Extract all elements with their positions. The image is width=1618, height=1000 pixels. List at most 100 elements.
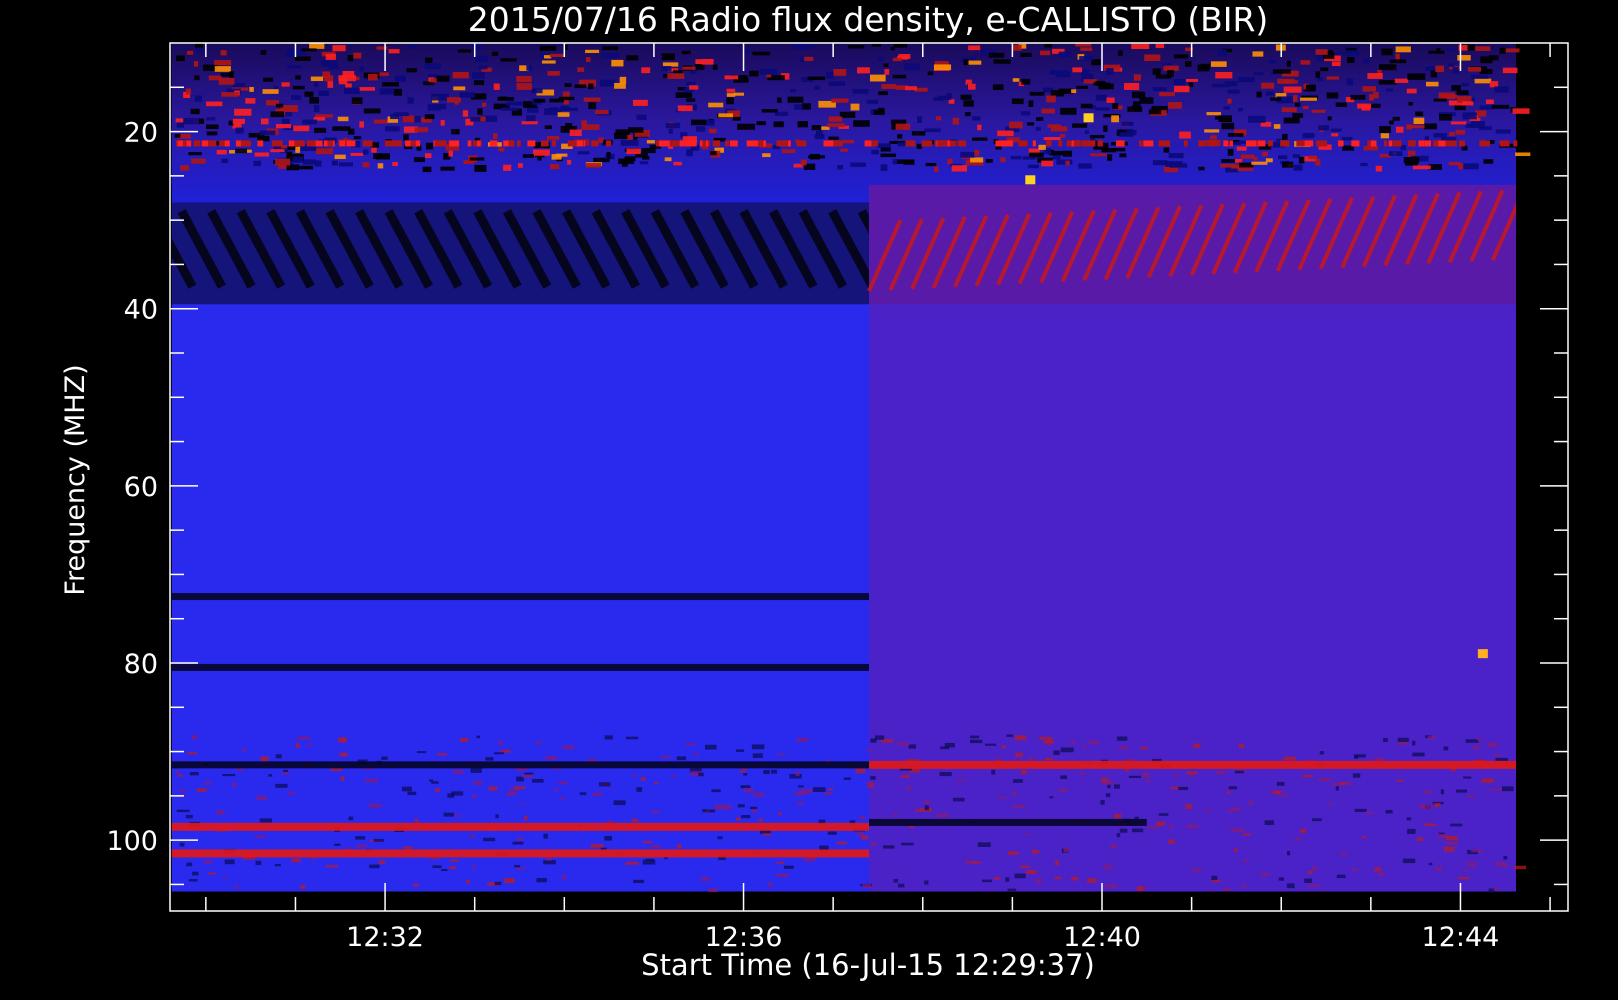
noise-cell	[351, 97, 363, 105]
noise-cell	[952, 797, 965, 802]
noise-cell	[777, 753, 785, 756]
noise-cell	[590, 843, 604, 848]
noise-cell	[1331, 133, 1339, 137]
noise-cell	[302, 159, 316, 165]
noise-cell	[1512, 108, 1530, 114]
noise-cell	[777, 140, 788, 147]
noise-cell	[1352, 773, 1361, 778]
noise-cell	[1172, 774, 1179, 778]
noise-cell	[347, 128, 355, 135]
noise-cell	[1119, 746, 1129, 750]
noise-cell	[1385, 88, 1394, 92]
noise-cell	[453, 86, 466, 91]
noise-cell	[581, 120, 587, 127]
noise-cell	[473, 80, 485, 86]
noise-cell	[541, 60, 556, 64]
noise-cell	[1018, 140, 1028, 147]
noise-cell	[332, 45, 346, 52]
noise-cell	[471, 794, 477, 799]
noise-cell	[1116, 736, 1128, 741]
noise-cell	[924, 880, 929, 885]
noise-cell	[1174, 85, 1190, 93]
noise-cell	[270, 149, 285, 153]
noise-cell	[338, 77, 348, 85]
noise-cell	[1504, 48, 1520, 53]
noise-cell	[1327, 116, 1332, 121]
noise-cell	[1292, 95, 1298, 102]
noise-cell	[271, 140, 283, 147]
noise-cell	[1346, 78, 1354, 86]
noise-cell	[977, 842, 991, 847]
noise-cell	[803, 857, 816, 862]
noise-cell	[969, 739, 983, 744]
noise-cell	[451, 128, 460, 135]
noise-cell	[998, 796, 1007, 799]
noise-cell	[866, 749, 872, 752]
noise-cell	[327, 81, 334, 88]
noise-cell	[655, 140, 660, 147]
noise-cell	[476, 735, 481, 739]
noise-cell	[1013, 779, 1023, 783]
noise-cell	[1339, 782, 1348, 785]
noise-cell	[1015, 752, 1023, 758]
noise-cell	[960, 94, 972, 100]
noise-cell	[827, 123, 846, 128]
noise-cell	[1179, 131, 1191, 139]
noise-cell	[440, 166, 455, 171]
noise-cell	[1241, 884, 1247, 888]
noise-cell	[424, 153, 432, 159]
noise-cell	[1395, 46, 1411, 53]
noise-cell	[275, 158, 291, 166]
x-tick-label: 12:32	[346, 922, 424, 953]
noise-cell	[440, 120, 445, 126]
noise-cell	[414, 127, 429, 133]
noise-cell	[901, 842, 914, 846]
noise-cell	[1189, 774, 1194, 778]
noise-cell	[1282, 161, 1294, 168]
noise-cell	[295, 743, 300, 748]
noise-cell	[585, 163, 602, 168]
noise-cell	[175, 55, 185, 62]
noise-cell	[1262, 151, 1268, 157]
noise-cell	[1299, 828, 1307, 834]
noise-cell	[797, 801, 804, 806]
noise-cell	[470, 768, 482, 773]
noise-cell	[604, 835, 613, 841]
noise-cell	[310, 857, 316, 860]
noise-cell	[1455, 129, 1466, 135]
noise-cell	[232, 782, 237, 787]
noise-cell	[1466, 862, 1477, 867]
noise-cell	[938, 95, 952, 100]
noise-cell	[287, 791, 295, 795]
dark-band	[171, 663, 870, 671]
noise-cell	[1167, 70, 1174, 77]
noise-cell	[1315, 49, 1328, 55]
noise-cell	[795, 771, 800, 777]
noise-cell	[1063, 847, 1069, 853]
noise-cell	[192, 871, 199, 876]
noise-cell	[327, 140, 333, 147]
noise-cell	[812, 787, 826, 792]
noise-cell	[1009, 121, 1023, 129]
noise-cell	[254, 152, 269, 157]
noise-cell	[1292, 154, 1300, 158]
noise-cell	[494, 881, 502, 886]
bright-band	[171, 822, 870, 831]
noise-cell	[1286, 60, 1291, 67]
noise-cell	[859, 815, 866, 820]
noise-cell	[743, 773, 748, 776]
noise-cell	[1474, 78, 1492, 84]
noise-cell	[255, 860, 262, 866]
noise-cell	[800, 159, 807, 166]
noise-cell	[883, 63, 889, 68]
noise-cell	[493, 752, 504, 755]
noise-cell	[1452, 66, 1459, 74]
noise-cell	[498, 96, 508, 101]
noise-cell	[1308, 155, 1317, 160]
noise-cell	[640, 777, 646, 781]
noise-cell	[1041, 160, 1054, 167]
noise-cell	[503, 164, 512, 171]
noise-cell	[895, 123, 911, 130]
noise-cell	[907, 785, 911, 791]
noise-cell	[483, 837, 496, 842]
